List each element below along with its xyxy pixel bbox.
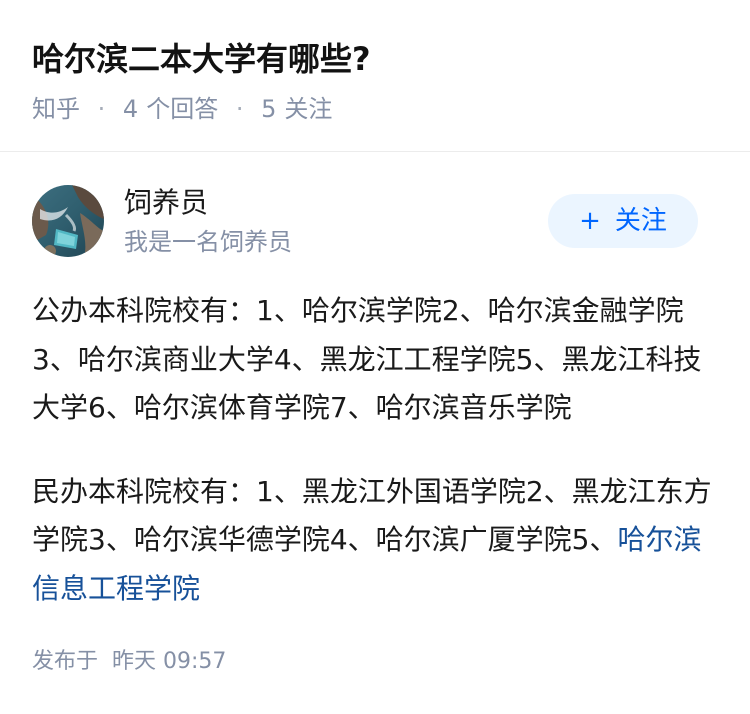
question-header: 哈尔滨二本大学有哪些? 知乎 · 4 个回答 · 5 关注: [0, 0, 750, 152]
publish-time: 发布于 昨天 09:57: [32, 646, 226, 678]
answer-paragraph: 民办本科院校有：1、黑龙江外国语学院2、黑龙江东方学院3、哈尔滨华德学院4、哈尔…: [32, 468, 722, 614]
plus-icon: +: [579, 206, 601, 236]
published-time: 昨天 09:57: [112, 649, 227, 674]
answer-content: 公办本科院校有：1、哈尔滨学院2、哈尔滨金融学院3、哈尔滨商业大学4、黑龙江工程…: [32, 287, 722, 648]
follow-button[interactable]: + 关注: [548, 194, 698, 248]
answer-count-label: 个回答: [146, 95, 219, 123]
published-label: 发布于: [32, 649, 99, 674]
avatar-image: [32, 185, 104, 257]
answer-paragraph-text: 民办本科院校有：1、黑龙江外国语学院2、黑龙江东方学院3、哈尔滨华德学院4、哈尔…: [32, 474, 712, 557]
separator-dot: ·: [97, 95, 106, 123]
follower-count-label: 关注: [284, 95, 333, 123]
follower-count: 5: [261, 95, 277, 123]
answer-paragraph: 公办本科院校有：1、哈尔滨学院2、哈尔滨金融学院3、哈尔滨商业大学4、黑龙江工程…: [32, 294, 702, 424]
question-meta: 知乎 · 4 个回答 · 5 关注: [32, 92, 332, 126]
answer-count: 4: [122, 95, 139, 123]
author-name[interactable]: 饲养员: [124, 183, 208, 223]
author-bio: 我是一名饲养员: [124, 228, 292, 256]
question-title[interactable]: 哈尔滨二本大学有哪些?: [32, 36, 371, 82]
source-label[interactable]: 知乎: [32, 95, 80, 123]
separator-dot: ·: [235, 95, 244, 123]
follow-button-label: 关注: [614, 206, 667, 236]
author-avatar[interactable]: [32, 185, 104, 257]
